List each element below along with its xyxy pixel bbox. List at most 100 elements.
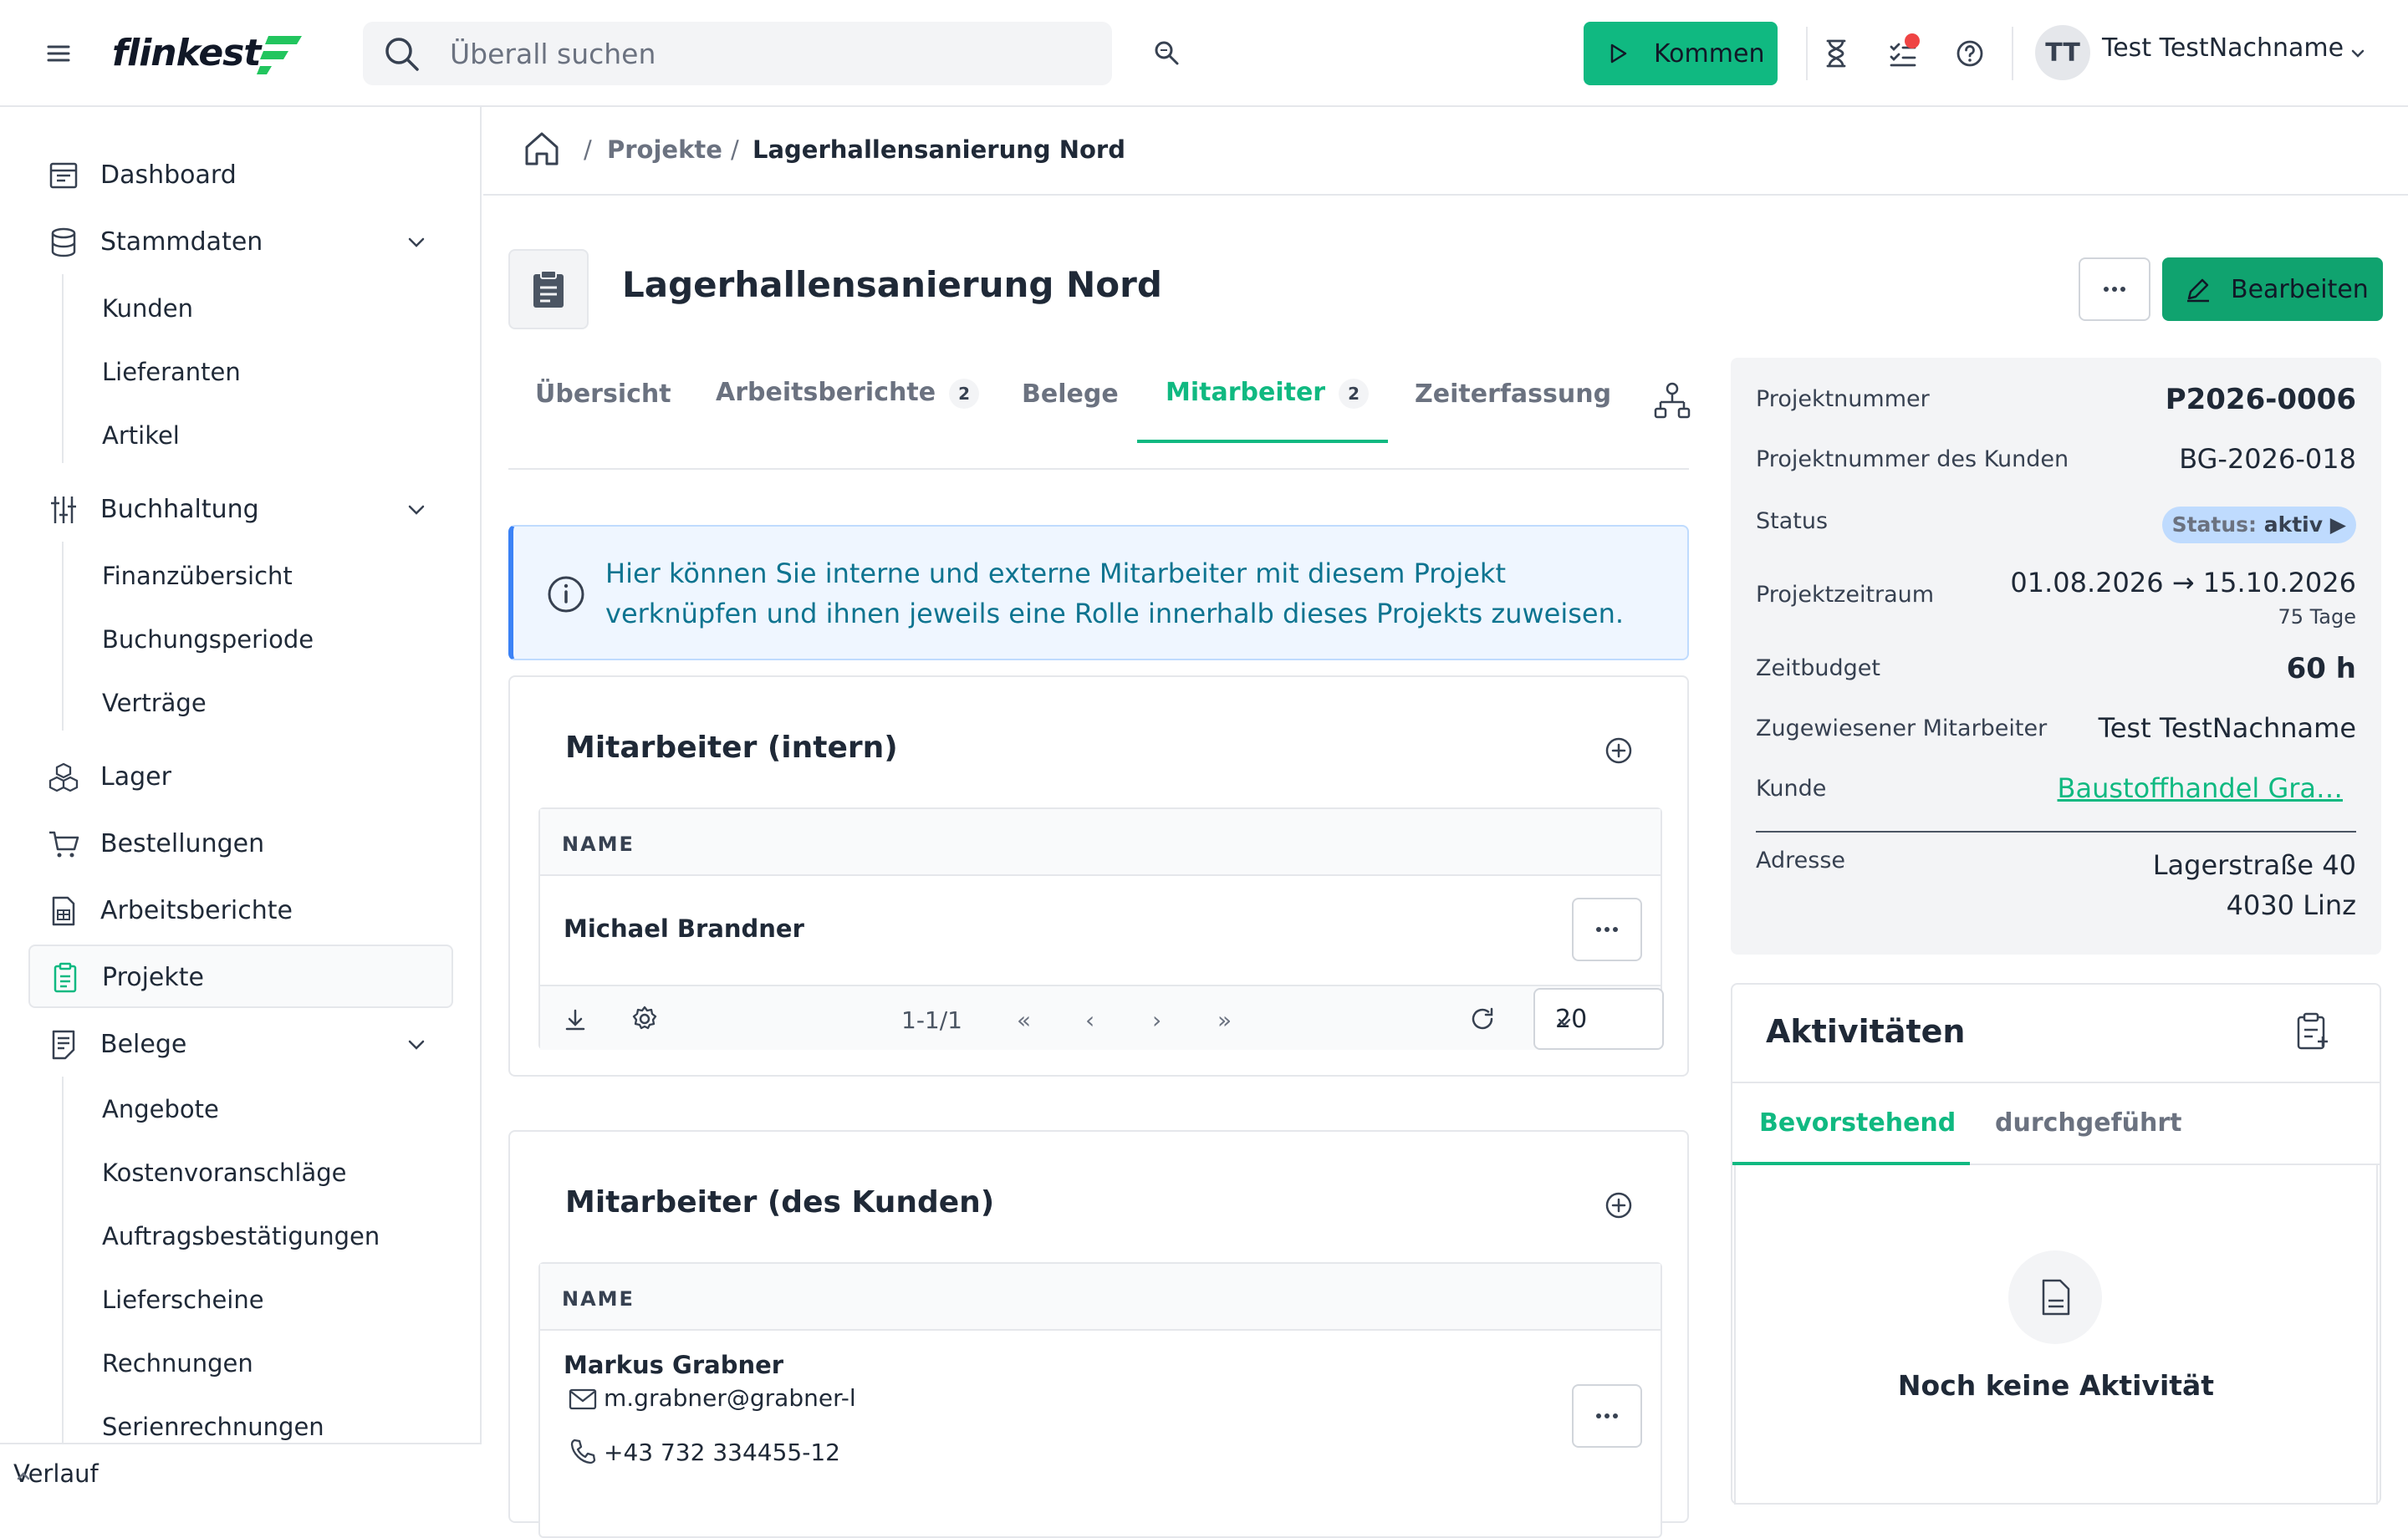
tab-belege[interactable]: Belege — [1022, 379, 1119, 409]
sidebar-label: Lager — [100, 762, 171, 792]
row-actions-button[interactable] — [1572, 1384, 1642, 1448]
menu-icon[interactable] — [43, 38, 74, 69]
internal-employees-card: Mitarbeiter (intern) NAME Michael Brandn… — [508, 675, 1689, 1077]
sidebar-item-arbeitsberichte[interactable]: Arbeitsberichte — [28, 879, 453, 943]
edit-button[interactable]: Bearbeiten — [2162, 257, 2383, 321]
sidebar-item-artikel[interactable]: Artikel — [102, 421, 180, 450]
label-projektnummer: Projektnummer — [1756, 386, 1930, 412]
more-horizontal-icon — [1596, 1413, 1618, 1418]
info-icon — [547, 575, 585, 614]
tab-mitarbeiter[interactable]: Mitarbeiter 2 — [1166, 378, 1370, 409]
cart-icon — [47, 828, 80, 861]
label-adresse: Adresse — [1756, 848, 1845, 873]
count-badge: 2 — [1339, 378, 1370, 409]
first-page-button[interactable]: « — [1017, 1006, 1031, 1034]
org-tree-icon[interactable] — [1654, 381, 1691, 421]
next-page-button[interactable]: › — [1152, 1006, 1161, 1034]
avatar[interactable]: TT — [2035, 25, 2090, 80]
chevron-down-icon — [1555, 1013, 1640, 1031]
chevron-up-icon — [13, 1466, 448, 1486]
label-zeitraum: Projektzeitraum — [1756, 582, 1935, 608]
download-icon[interactable] — [562, 1006, 589, 1033]
value-mitarbeiter: Test TestNachname — [2098, 712, 2356, 744]
sidebar-item-rechnungen[interactable]: Rechnungen — [102, 1349, 253, 1378]
last-page-button[interactable]: » — [1217, 1006, 1232, 1034]
add-circle-icon[interactable] — [1604, 736, 1634, 766]
count-badge: 2 — [949, 378, 980, 409]
tab-zeiterfassung[interactable]: Zeiterfassung — [1415, 379, 1611, 409]
chevron-down-icon[interactable] — [405, 231, 428, 254]
sidebar-item-angebote[interactable]: Angebote — [102, 1095, 219, 1123]
sidebar-item-serienrechnungen[interactable]: Serienrechnungen — [102, 1413, 324, 1441]
add-circle-icon[interactable] — [1604, 1190, 1634, 1220]
submenu-line — [62, 1077, 64, 1444]
tab-bevorstehend[interactable]: Bevorstehend — [1759, 1108, 1956, 1138]
advanced-search-icon[interactable] — [1150, 37, 1184, 70]
pencil-icon — [2187, 278, 2209, 303]
row-actions-button[interactable] — [1572, 898, 1642, 961]
sidebar-item-vertraege[interactable]: Verträge — [102, 689, 207, 717]
breadcrumb-projekte[interactable]: Projekte — [607, 135, 722, 164]
clipboard-icon — [48, 961, 82, 995]
verlauf-panel-toggle[interactable]: Verlauf — [0, 1443, 482, 1505]
search-input[interactable] — [450, 22, 1085, 85]
global-search[interactable] — [363, 22, 1112, 85]
sliders-icon — [47, 493, 80, 527]
active-tab-indicator — [1137, 440, 1388, 443]
sidebar-item-kunden[interactable]: Kunden — [102, 294, 193, 323]
sidebar-item-belege[interactable]: Belege — [28, 1013, 453, 1077]
sidebar-item-lager[interactable]: Lager — [28, 746, 453, 809]
sidebar-item-buchhaltung[interactable]: Buchhaltung — [28, 478, 453, 542]
kommen-label: Kommen — [1654, 38, 1765, 69]
breadcrumb-separator: / — [584, 135, 592, 164]
sidebar-item-projekte[interactable]: Projekte — [28, 945, 453, 1008]
sidebar-label: Buchhaltung — [100, 495, 259, 524]
sidebar-item-finanzuebersicht[interactable]: Finanzübersicht — [102, 562, 293, 590]
phone-icon — [570, 1439, 596, 1464]
card-title: Mitarbeiter (des Kunden) — [565, 1185, 995, 1220]
page-size-select[interactable]: 20 — [1533, 988, 1664, 1050]
refresh-icon[interactable] — [1468, 1005, 1497, 1033]
prev-page-button[interactable]: ‹ — [1085, 1006, 1094, 1034]
more-actions-button[interactable] — [2079, 257, 2150, 321]
card-title: Mitarbeiter (intern) — [565, 731, 898, 765]
activities-tabs: Bevorstehend durchgeführt — [1732, 1082, 2380, 1165]
status-badge[interactable]: Status: aktiv ▶ — [2161, 507, 2356, 543]
empty-state-icon — [2008, 1250, 2102, 1344]
info-text: Hier können Sie interne und externe Mita… — [605, 558, 1625, 629]
tab-arbeitsberichte[interactable]: Arbeitsberichte 2 — [716, 378, 980, 409]
email-text: m.grabner@grabner-l — [604, 1384, 856, 1412]
chevron-down-icon[interactable] — [2348, 43, 2368, 64]
tab-uebersicht[interactable]: Übersicht — [535, 379, 671, 409]
tab-durchgefuehrt[interactable]: durchgeführt — [1995, 1108, 2182, 1138]
home-icon[interactable] — [522, 129, 562, 169]
customer-employees-table: NAME Markus Grabner m.grabner@grabner-l … — [538, 1262, 1662, 1538]
help-icon[interactable] — [1953, 37, 1987, 70]
employee-phone[interactable]: +43 732 334455-12 — [569, 1438, 840, 1466]
sidebar-item-stammdaten[interactable]: Stammdaten — [28, 211, 453, 274]
settings-icon[interactable] — [630, 1005, 659, 1033]
notification-dot — [1905, 33, 1920, 48]
sidebar-item-auftragsbestaetigungen[interactable]: Auftragsbestätigungen — [102, 1222, 380, 1250]
table-row[interactable]: Michael Brandner — [540, 878, 1661, 985]
sidebar-item-lieferscheine[interactable]: Lieferscheine — [102, 1286, 264, 1314]
sidebar-item-bestellungen[interactable]: Bestellungen — [28, 812, 453, 876]
sidebar-item-kostenvoranschlaege[interactable]: Kostenvoranschläge — [102, 1159, 347, 1187]
breadcrumb-current: Lagerhallensanierung Nord — [752, 135, 1125, 164]
clipboard-plus-icon[interactable] — [2294, 1011, 2331, 1052]
more-horizontal-icon — [1596, 927, 1618, 932]
kommen-button[interactable]: Kommen — [1584, 22, 1778, 85]
sidebar-item-dashboard[interactable]: Dashboard — [28, 144, 453, 207]
sidebar-item-buchungsperiode[interactable]: Buchungsperiode — [102, 625, 314, 654]
chevron-down-icon[interactable] — [405, 1033, 428, 1057]
page-title: Lagerhallensanierung Nord — [622, 264, 1162, 305]
submenu-line — [62, 542, 64, 731]
chevron-down-icon[interactable] — [405, 498, 428, 522]
customer-link[interactable]: Baustoffhandel Gra… — [2058, 772, 2343, 804]
user-name[interactable]: Test TestNachname — [2102, 33, 2344, 63]
table-row[interactable]: Markus Grabner m.grabner@grabner-l +43 7… — [540, 1332, 1661, 1516]
brand-logo[interactable]: flinkest — [112, 25, 307, 80]
sidebar-item-lieferanten[interactable]: Lieferanten — [102, 358, 241, 386]
employee-email[interactable]: m.grabner@grabner-l — [569, 1384, 856, 1412]
hourglass-icon[interactable] — [1819, 37, 1853, 70]
